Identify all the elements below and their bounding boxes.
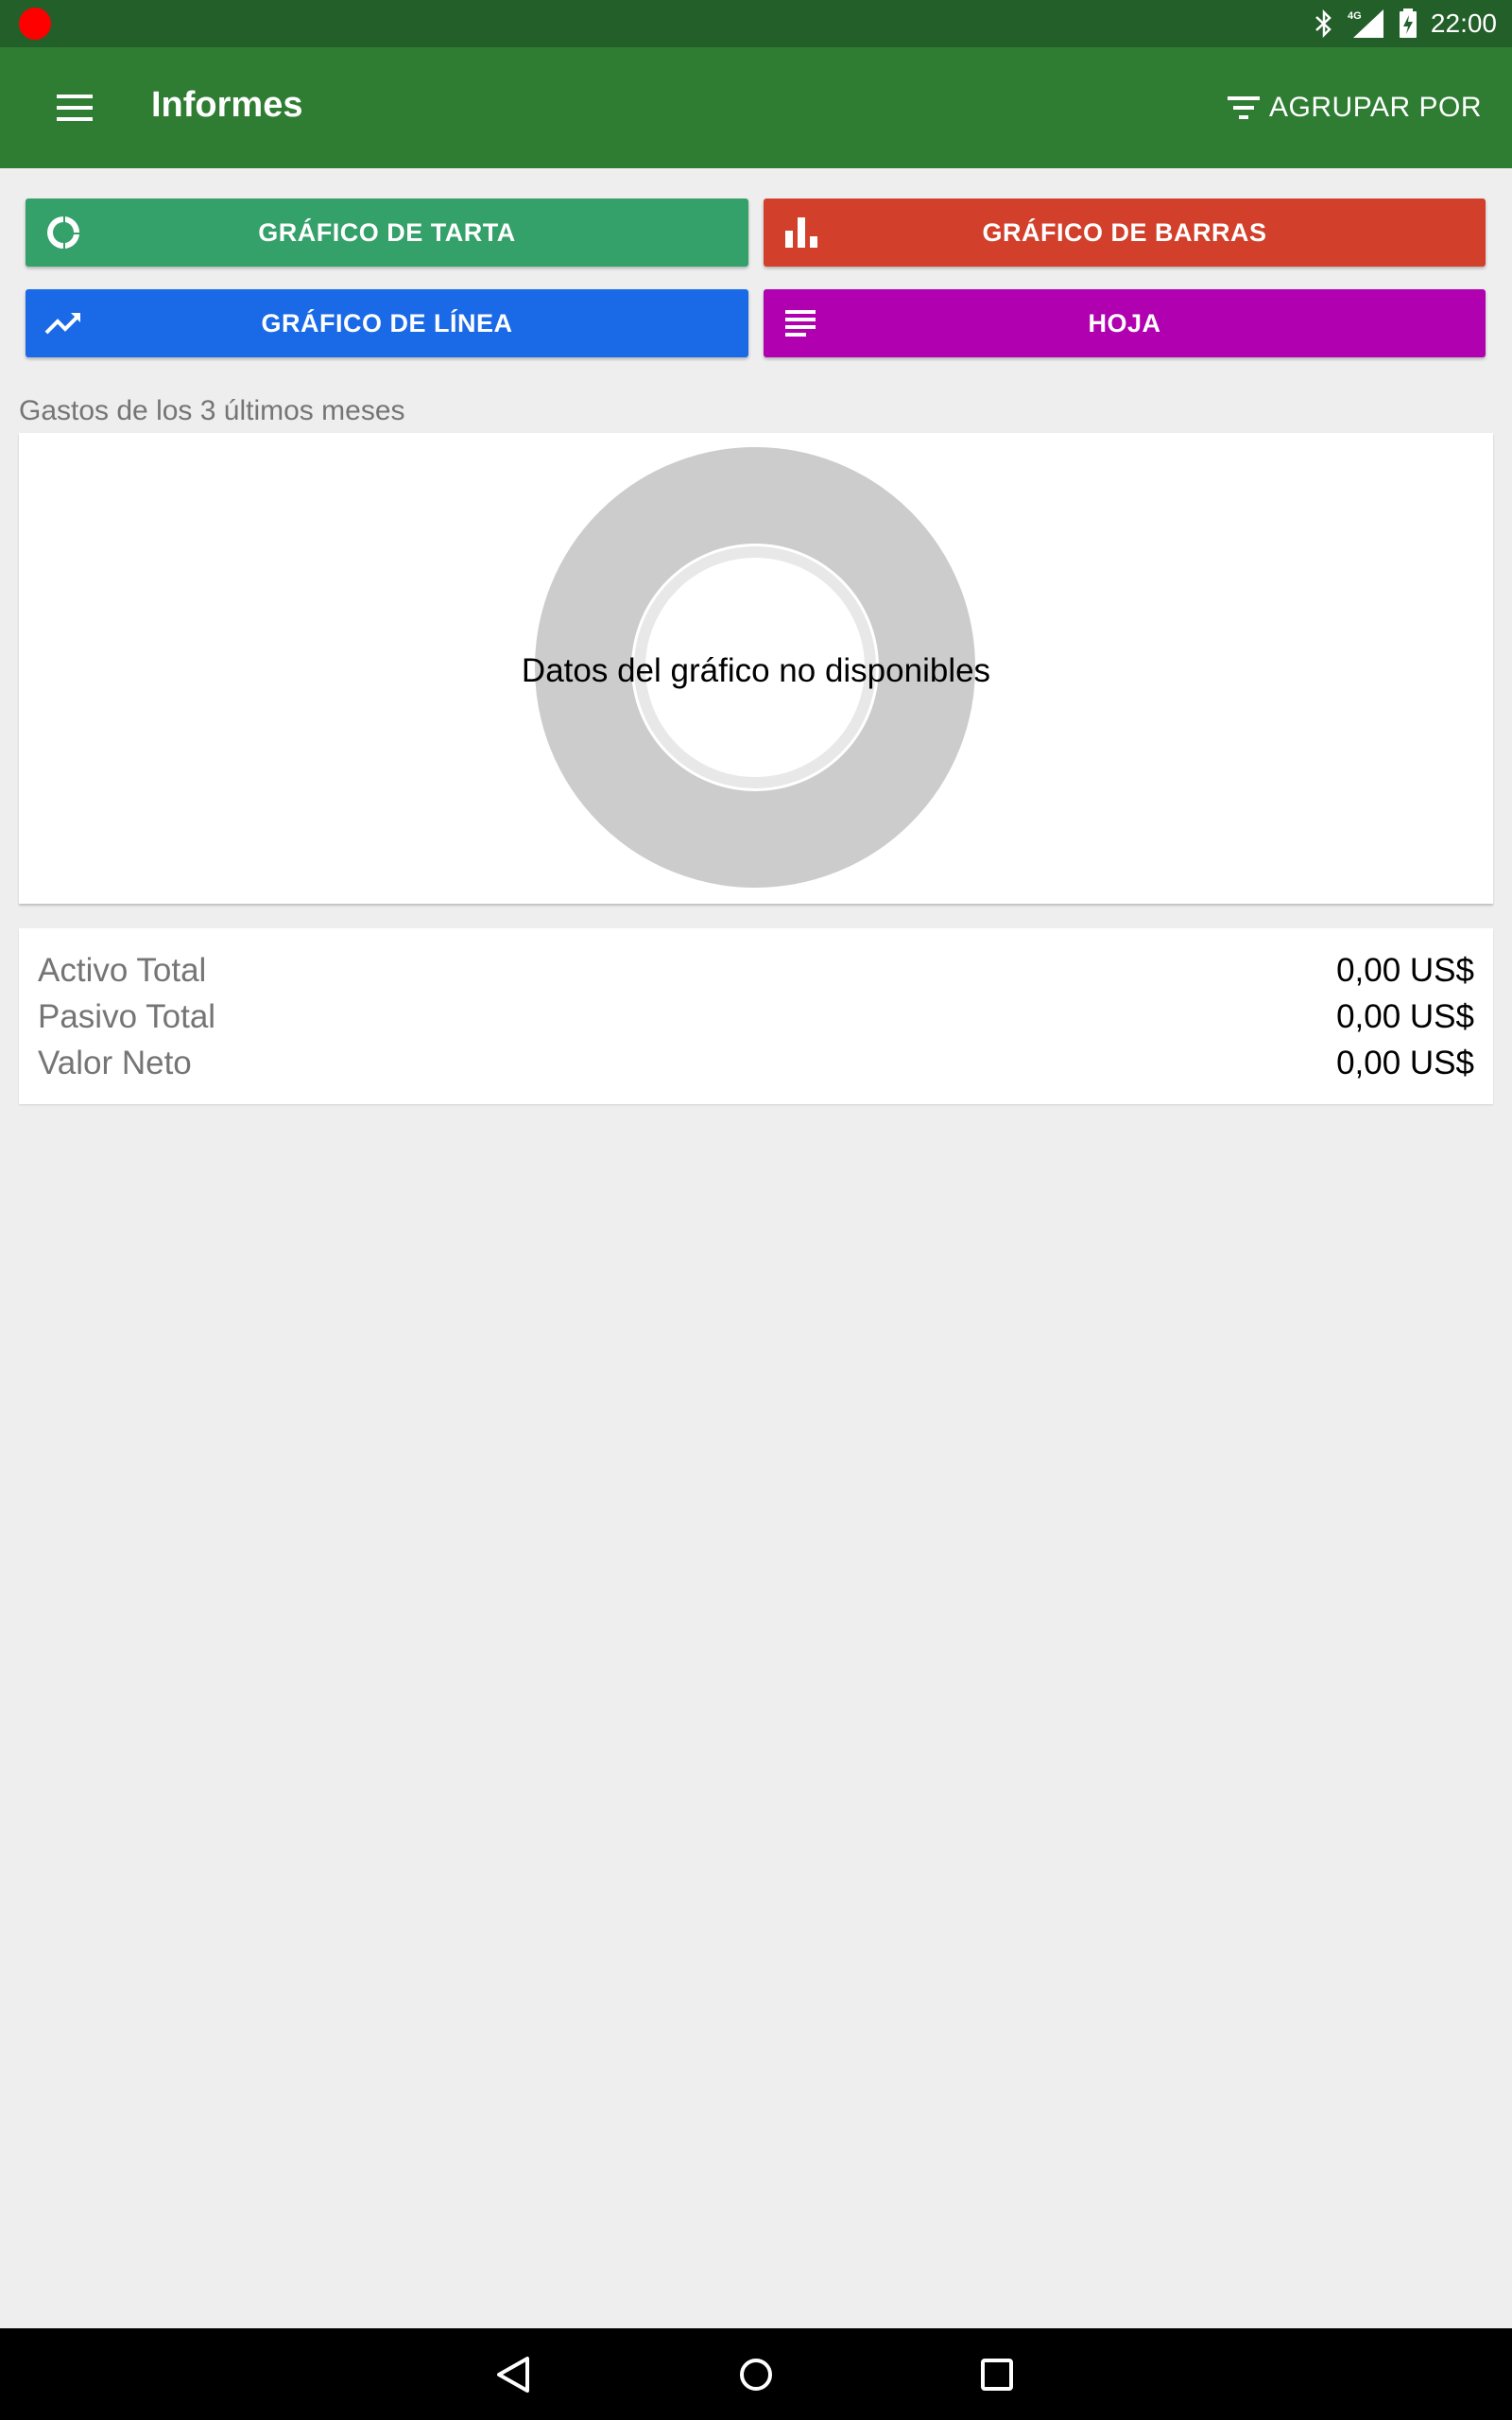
battery-charging-icon — [1399, 9, 1417, 38]
chart-empty-message: Datos del gráfico no disponibles — [521, 652, 991, 689]
summary-row-net-worth: Valor Neto 0,00 US$ — [38, 1040, 1474, 1086]
summary-value: 0,00 US$ — [1336, 997, 1474, 1035]
filter-icon — [1228, 96, 1261, 119]
summary-row-total-assets: Activo Total 0,00 US$ — [38, 947, 1474, 994]
line-chart-button-label: GRÁFICO DE LÍNEA — [261, 308, 513, 337]
sheet-button-label: HOJA — [1088, 308, 1161, 337]
pie-chart-icon — [47, 216, 80, 249]
recording-dot-icon — [19, 8, 51, 40]
recents-icon[interactable] — [973, 2351, 1021, 2398]
group-by-button[interactable]: AGRUPAR POR — [1226, 81, 1482, 134]
summary-row-total-liabilities: Pasivo Total 0,00 US$ — [38, 994, 1474, 1040]
page-title: Informes — [151, 85, 303, 125]
app-bar: Informes AGRUPAR POR — [0, 47, 1512, 168]
summary-label: Pasivo Total — [38, 997, 216, 1035]
pie-chart-button[interactable]: GRÁFICO DE TARTA — [26, 199, 748, 267]
bar-chart-button-label: GRÁFICO DE BARRAS — [982, 217, 1267, 247]
navigation-bar — [0, 2328, 1512, 2420]
chart-section-title: Gastos de los 3 últimos meses — [19, 395, 405, 426]
pie-chart-button-label: GRÁFICO DE TARTA — [258, 217, 516, 247]
status-time: 22:00 — [1430, 9, 1497, 38]
svg-text:4G: 4G — [1348, 10, 1362, 22]
sheet-icon — [785, 310, 816, 337]
signal-icon: 4G — [1348, 9, 1383, 38]
group-by-label: AGRUPAR POR — [1269, 92, 1482, 123]
summary-card: Activo Total 0,00 US$ Pasivo Total 0,00 … — [19, 928, 1493, 1104]
bar-chart-button[interactable]: GRÁFICO DE BARRAS — [764, 199, 1486, 267]
summary-value: 0,00 US$ — [1336, 1044, 1474, 1081]
summary-label: Activo Total — [38, 951, 207, 989]
menu-icon[interactable] — [55, 89, 96, 127]
line-chart-icon — [44, 313, 80, 335]
summary-label: Valor Neto — [38, 1044, 192, 1081]
sheet-button[interactable]: HOJA — [764, 289, 1486, 357]
bluetooth-icon — [1315, 9, 1332, 39]
bar-chart-icon — [785, 217, 817, 248]
back-icon[interactable] — [491, 2351, 539, 2398]
chart-card: Datos del gráfico no disponibles — [19, 433, 1493, 904]
status-bar: 4G 22:00 — [0, 0, 1512, 47]
status-icons: 4G 22:00 — [1314, 0, 1497, 47]
home-icon[interactable] — [732, 2351, 780, 2398]
line-chart-button[interactable]: GRÁFICO DE LÍNEA — [26, 289, 748, 357]
summary-value: 0,00 US$ — [1336, 951, 1474, 989]
